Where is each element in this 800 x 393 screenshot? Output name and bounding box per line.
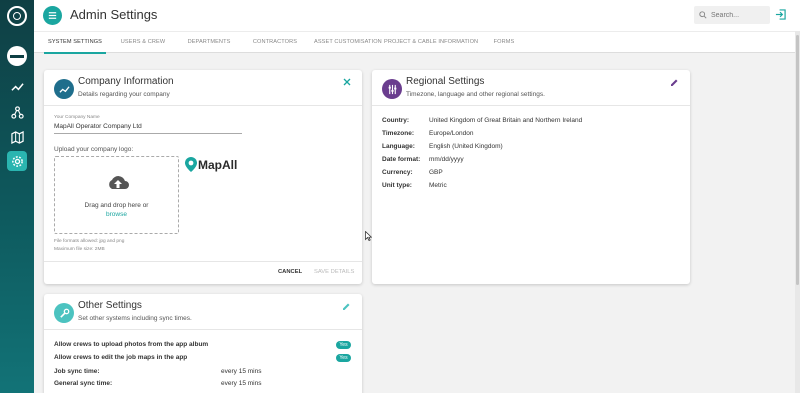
browse-link[interactable]: browse xyxy=(55,211,178,218)
company-information-card: Company Information Details regarding yo… xyxy=(44,70,362,284)
general-sync-value: every 15 mins xyxy=(221,380,262,387)
top-header: Admin Settings xyxy=(34,0,800,31)
company-card-subtitle: Details regarding your company xyxy=(78,91,170,98)
country-label: Country: xyxy=(382,117,410,124)
unit-type-value: Metric xyxy=(429,182,447,189)
language-label: Language: xyxy=(382,143,415,150)
job-sync-label: Job sync time: xyxy=(54,368,100,375)
map-pin-logo-icon xyxy=(185,157,197,172)
map-icon[interactable] xyxy=(7,127,27,147)
tab-project-cable-information[interactable]: PROJECT & CABLE INFORMATION xyxy=(384,32,478,54)
wrench-icon xyxy=(54,303,74,323)
unit-type-label: Unit type: xyxy=(382,182,412,189)
edit-pencil-icon[interactable] xyxy=(670,78,679,87)
analytics-icon[interactable] xyxy=(7,77,27,97)
sidebar xyxy=(0,0,34,393)
regional-card-subtitle: Timezone, language and other regional se… xyxy=(406,91,545,98)
tab-forms[interactable]: FORMS xyxy=(492,32,516,54)
country-value: United Kingdom of Great Britain and Nort… xyxy=(429,117,583,124)
upload-photos-label: Allow crews to upload photos from the ap… xyxy=(54,341,209,348)
scrollbar-thumb[interactable] xyxy=(796,35,799,285)
language-value: English (United Kingdom) xyxy=(429,143,503,150)
search-box[interactable] xyxy=(694,6,771,24)
drop-text: Drag and drop here or xyxy=(84,202,149,209)
mapall-logo-text: MapAll xyxy=(198,158,238,172)
edit-job-maps-label: Allow crews to edit the job maps in the … xyxy=(54,354,188,361)
regional-settings-card: Regional Settings Timezone, language and… xyxy=(372,70,690,284)
mapall-logo: MapAll xyxy=(185,157,241,173)
company-name-label: Your Company Name xyxy=(54,115,100,120)
page-title: Admin Settings xyxy=(70,7,158,22)
user-avatar[interactable] xyxy=(7,46,27,66)
settings-gear-icon[interactable] xyxy=(7,151,27,171)
network-icon[interactable] xyxy=(7,102,27,122)
tab-contractors[interactable]: CONTRACTORS xyxy=(252,32,298,54)
save-details-button[interactable]: SAVE DETAILS xyxy=(314,269,354,275)
logout-icon[interactable] xyxy=(775,9,786,20)
mouse-cursor-icon xyxy=(365,231,372,241)
other-card-title: Other Settings xyxy=(78,300,142,311)
search-icon xyxy=(699,11,707,19)
other-settings-card: Other Settings Set other systems includi… xyxy=(44,294,362,393)
other-card-subtitle: Set other systems including sync times. xyxy=(78,315,192,322)
app-logo-icon[interactable] xyxy=(7,6,27,26)
timezone-label: Timezone: xyxy=(382,130,415,137)
logo-dropzone[interactable]: Drag and drop here or browse xyxy=(54,156,179,234)
tab-users-crew[interactable]: USERS & CREW xyxy=(118,32,168,54)
edit-job-maps-badge[interactable]: Yes xyxy=(336,354,351,362)
cloud-upload-icon xyxy=(109,176,129,189)
job-sync-value: every 15 mins xyxy=(221,368,262,375)
upload-logo-label: Upload your company logo: xyxy=(54,146,134,153)
date-format-value: mm/dd/yyyy xyxy=(429,156,464,163)
general-sync-label: General sync time: xyxy=(54,380,113,387)
sliders-icon xyxy=(382,79,402,99)
company-card-title: Company Information xyxy=(78,76,174,87)
vertical-scrollbar[interactable] xyxy=(795,31,800,393)
cancel-button[interactable]: CANCEL xyxy=(278,269,302,275)
settings-list-icon[interactable] xyxy=(43,6,62,25)
tab-system-settings[interactable]: SYSTEM SETTINGS xyxy=(44,32,106,54)
currency-label: Currency: xyxy=(382,169,413,176)
max-file-size-note: Maximum file size: 2MB xyxy=(54,247,105,252)
upload-photos-badge[interactable]: Yes xyxy=(336,341,351,349)
timezone-value: Europe/London xyxy=(429,130,474,137)
tab-departments[interactable]: DEPARTMENTS xyxy=(186,32,232,54)
trend-icon xyxy=(54,79,74,99)
company-name-field[interactable]: MapAll Operator Company Ltd xyxy=(54,123,242,134)
close-icon[interactable] xyxy=(343,78,351,86)
settings-tabs: SYSTEM SETTINGS USERS & CREW DEPARTMENTS… xyxy=(34,31,800,54)
date-format-label: Date format: xyxy=(382,156,421,163)
tab-asset-customisation[interactable]: ASSET CUSTOMISATION xyxy=(314,32,382,54)
search-input[interactable] xyxy=(711,11,771,19)
file-formats-note: File formats allowed: jpg and png xyxy=(54,239,125,244)
regional-card-title: Regional Settings xyxy=(406,76,485,87)
edit-pencil-icon[interactable] xyxy=(342,302,351,311)
currency-value: GBP xyxy=(429,169,443,176)
